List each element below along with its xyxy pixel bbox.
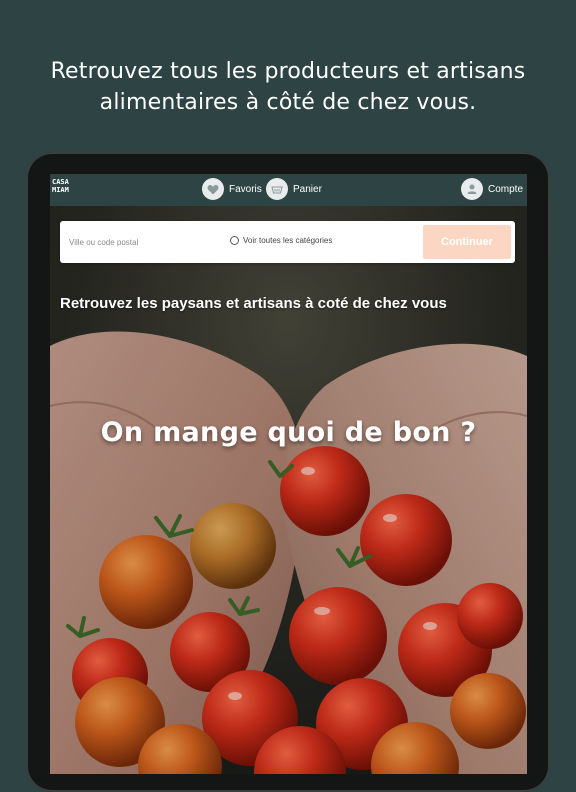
nav-favoris[interactable]: Favoris xyxy=(202,178,262,200)
hero-image xyxy=(50,206,527,774)
nav-panier-label: Panier xyxy=(293,183,322,195)
casa-miam-logo[interactable]: CASA MIAM xyxy=(52,178,72,202)
promo-headline: Retrouvez tous les producteurs et artisa… xyxy=(50,59,526,115)
circle-icon xyxy=(230,236,239,245)
nav-compte-label: Compte xyxy=(488,183,524,195)
logo-text: CASA MIAM xyxy=(52,178,69,194)
tablet-side-button xyxy=(548,200,551,228)
basket-icon xyxy=(266,178,288,200)
city-search-input[interactable] xyxy=(60,221,220,263)
search-bar: Voir toutes les catégories Continuer xyxy=(60,221,515,263)
nav-compte[interactable]: Compte xyxy=(461,178,523,200)
continue-button[interactable]: Continuer xyxy=(423,225,511,259)
hero-headline: On mange quoi de bon ? xyxy=(100,417,477,448)
app-screen: CASA MIAM Favoris Panier Compte Voir tou… xyxy=(50,174,527,774)
nav-favoris-label: Favoris xyxy=(229,183,262,195)
app-header: CASA MIAM Favoris Panier Compte xyxy=(50,174,527,206)
nav-panier[interactable]: Panier xyxy=(266,178,322,200)
tablet-side-button xyxy=(548,233,551,253)
user-icon xyxy=(461,178,483,200)
hero-subheading: Retrouvez les paysans et artisans à coté… xyxy=(60,295,447,312)
categories-label: Voir toutes les catégories xyxy=(243,236,333,245)
categories-link[interactable]: Voir toutes les catégories xyxy=(230,236,332,245)
heart-icon xyxy=(202,178,224,200)
